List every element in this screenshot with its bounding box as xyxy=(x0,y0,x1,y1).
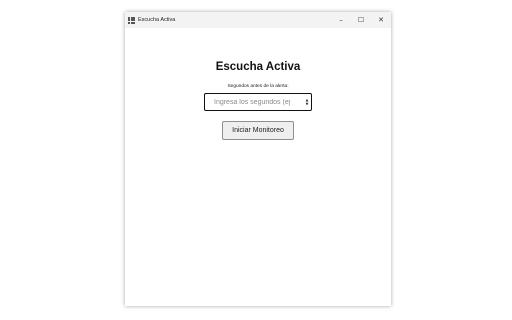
seconds-field[interactable]: ▲ ▼ xyxy=(204,93,312,111)
spinner-down-icon[interactable]: ▼ xyxy=(306,102,309,106)
seconds-label: Segundos antes de la alerta: xyxy=(227,84,289,89)
page-title: Escucha Activa xyxy=(215,61,301,73)
minimize-icon[interactable]: – xyxy=(331,12,351,28)
app-window: Escucha Activa – ☐ ✕ Escucha Activa Segu… xyxy=(125,12,391,306)
maximize-icon[interactable]: ☐ xyxy=(351,12,371,28)
number-spinner-icon[interactable]: ▲ ▼ xyxy=(304,97,310,107)
window-title: Escucha Activa xyxy=(138,17,176,23)
title-bar[interactable]: Escucha Activa – ☐ ✕ xyxy=(125,12,391,28)
main-content: Escucha Activa Segundos antes de la aler… xyxy=(125,28,391,306)
close-icon[interactable]: ✕ xyxy=(371,12,391,28)
seconds-input[interactable] xyxy=(205,98,304,106)
start-monitoring-button[interactable]: Iniciar Monitoreo xyxy=(222,121,294,140)
window-controls: – ☐ ✕ xyxy=(331,12,391,28)
grid-app-icon xyxy=(128,16,135,24)
